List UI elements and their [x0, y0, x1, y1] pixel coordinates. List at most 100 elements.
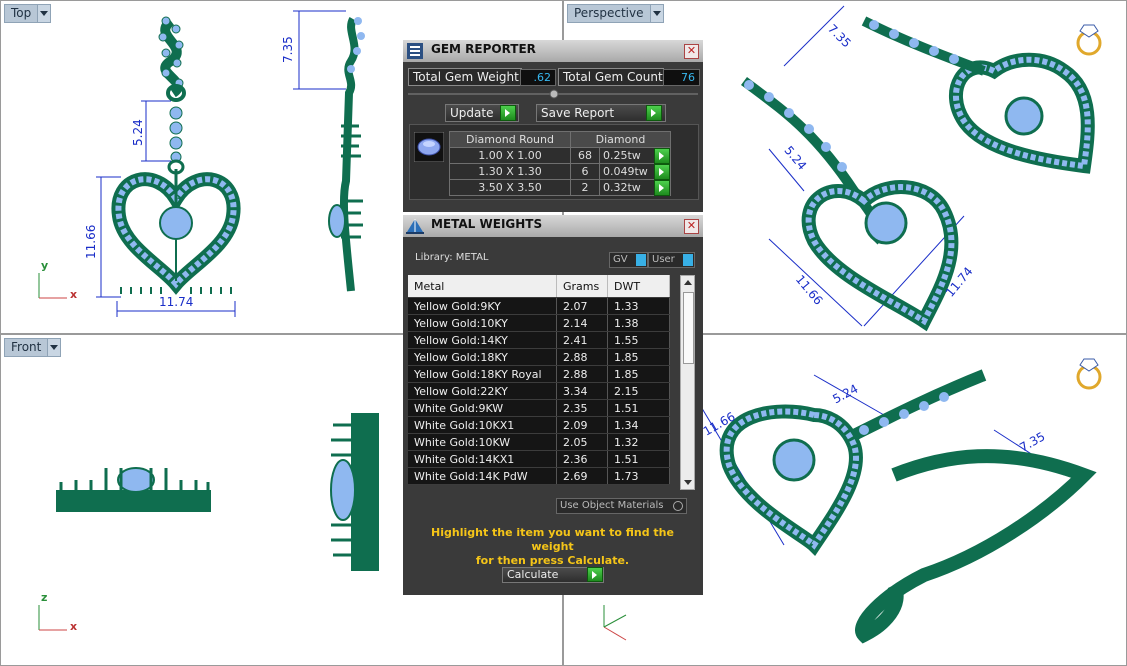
axis-x-label: x: [70, 620, 78, 633]
gem-row-go-icon[interactable]: [654, 148, 670, 164]
use-object-materials-label: Use Object Materials: [560, 500, 664, 511]
front-flat-view: [56, 467, 211, 512]
metal-dwt: 1.32: [607, 433, 670, 451]
metal-name: Yellow Gold:14KY: [408, 331, 557, 349]
top-dimension-lines: [96, 10, 346, 317]
gv-knob: [636, 254, 646, 266]
save-report-go-icon[interactable]: [646, 105, 662, 121]
dimension-7-35: 7.35: [281, 36, 295, 63]
metal-grams: 2.36: [556, 450, 608, 468]
top-axis-triad: [38, 273, 67, 299]
metal-name: White Gold:10KX1: [408, 416, 557, 434]
gem-row[interactable]: 1.30 X 1.30 6 0.049tw: [449, 163, 671, 180]
metal-name: White Gold:14KX1: [408, 450, 557, 468]
iso-heart: [719, 404, 863, 556]
table-row[interactable]: White Gold:14K PdW 2.69 1.73: [408, 467, 670, 485]
table-row[interactable]: Yellow Gold:22KY 3.34 2.15: [408, 382, 670, 400]
perspective-heart-back: [861, 16, 1095, 174]
col-diamond-round: Diamond Round: [449, 131, 571, 148]
col-metal[interactable]: Metal: [408, 275, 557, 298]
update-button-label: Update: [450, 106, 494, 120]
close-icon[interactable]: ✕: [684, 44, 699, 59]
metal-dwt: 1.34: [607, 416, 670, 434]
scroll-down-icon[interactable]: [684, 480, 692, 485]
metal-name: White Gold:10KW: [408, 433, 557, 451]
table-row[interactable]: Yellow Gold:18KY Royal 2.88 1.85: [408, 365, 670, 383]
col-diamond: Diamond: [570, 131, 671, 148]
metal-grams: 2.05: [556, 433, 608, 451]
front-edge-view: [330, 413, 379, 571]
gem-row-go-icon[interactable]: [654, 180, 670, 196]
use-object-materials-toggle[interactable]: Use Object Materials: [556, 498, 687, 514]
iso-axis-triad: [603, 605, 627, 641]
ring-icon: [1076, 24, 1102, 56]
col-dwt[interactable]: DWT: [607, 275, 670, 298]
diamond-gem-icon: [414, 132, 444, 162]
metal-name: Yellow Gold:10KY: [408, 314, 557, 332]
ring-icon: [1076, 358, 1102, 390]
user-knob: [683, 254, 693, 266]
table-row[interactable]: Yellow Gold:18KY 2.88 1.85: [408, 348, 670, 366]
metal-grams: 2.88: [556, 348, 608, 366]
metal-grams: 2.69: [556, 467, 608, 485]
total-gem-weight-value: .62: [520, 69, 556, 86]
axis-y-label: y: [41, 259, 49, 272]
top-side-profile: [328, 16, 365, 292]
top-connector: [167, 106, 185, 175]
metal-table: Metal Grams DWT Yellow Gold:9KY 2.07 1.33 …: [408, 275, 670, 485]
table-row[interactable]: White Gold:10KW 2.05 1.32: [408, 433, 670, 451]
gem-count: 6: [570, 163, 600, 180]
close-icon[interactable]: ✕: [684, 219, 699, 234]
instruction-line-1: Highlight the item you want to find the …: [431, 526, 674, 553]
zoom-slider[interactable]: [408, 89, 698, 99]
report-icon: [407, 43, 423, 59]
scrollbar-thumb[interactable]: [683, 292, 694, 364]
metal-dwt: 2.15: [607, 382, 670, 400]
metal-grams: 2.88: [556, 365, 608, 383]
axis-x-label: x: [70, 288, 78, 301]
instruction-line-2: for then press Calculate.: [475, 554, 630, 567]
table-row[interactable]: White Gold:14KX1 2.36 1.51: [408, 450, 670, 468]
metal-name: Yellow Gold:18KY: [408, 348, 557, 366]
metal-dwt: 1.73: [607, 467, 670, 485]
gem-reporter-titlebar[interactable]: GEM REPORTER ✕: [403, 40, 703, 62]
dimension-11-66: 11.66: [84, 224, 98, 259]
metal-dwt: 1.51: [607, 399, 670, 417]
scale-icon: [406, 219, 424, 234]
axis-z-label: z: [41, 591, 48, 604]
table-row[interactable]: Yellow Gold:14KY 2.41 1.55: [408, 331, 670, 349]
table-row[interactable]: Yellow Gold:9KY 2.07 1.33: [408, 297, 670, 315]
metal-dwt: 1.33: [607, 297, 670, 315]
user-toggle[interactable]: User: [648, 252, 695, 268]
table-row[interactable]: Yellow Gold:10KY 2.14 1.38: [408, 314, 670, 332]
metal-dwt: 1.85: [607, 365, 670, 383]
metal-name: Yellow Gold:22KY: [408, 382, 557, 400]
total-gem-count-value: 76: [663, 69, 700, 86]
save-report-button-label: Save Report: [541, 106, 615, 120]
front-axis-triad: [38, 605, 67, 631]
table-row[interactable]: White Gold:9KW 2.35 1.51: [408, 399, 670, 417]
table-row[interactable]: White Gold:10KX1 2.09 1.34: [408, 416, 670, 434]
metal-grams: 3.34: [556, 382, 608, 400]
gem-row[interactable]: 1.00 X 1.00 68 0.25tw: [449, 147, 671, 164]
library-label: Library: METAL: [415, 252, 489, 263]
gem-row-go-icon[interactable]: [654, 164, 670, 180]
metal-dwt: 1.38: [607, 314, 670, 332]
gem-reporter-title: GEM REPORTER: [431, 42, 536, 56]
metal-table-scrollbar[interactable]: [680, 275, 695, 490]
gv-label: GV: [613, 254, 628, 265]
metal-name: White Gold:9KW: [408, 399, 557, 417]
iso-chain: [851, 369, 1097, 644]
metal-weights-title: METAL WEIGHTS: [431, 217, 543, 231]
gv-toggle[interactable]: GV: [609, 252, 648, 268]
update-go-icon[interactable]: [500, 105, 516, 121]
col-grams[interactable]: Grams: [556, 275, 608, 298]
gem-row[interactable]: 3.50 X 3.50 2 0.32tw: [449, 179, 671, 196]
top-heart: [111, 169, 241, 295]
gem-count: 2: [570, 179, 600, 196]
gem-count: 68: [570, 147, 600, 164]
metal-dwt: 1.85: [607, 348, 670, 366]
calculate-go-icon[interactable]: [587, 567, 603, 582]
metal-weights-titlebar[interactable]: METAL WEIGHTS ✕: [403, 215, 703, 237]
scroll-up-icon[interactable]: [684, 280, 692, 285]
